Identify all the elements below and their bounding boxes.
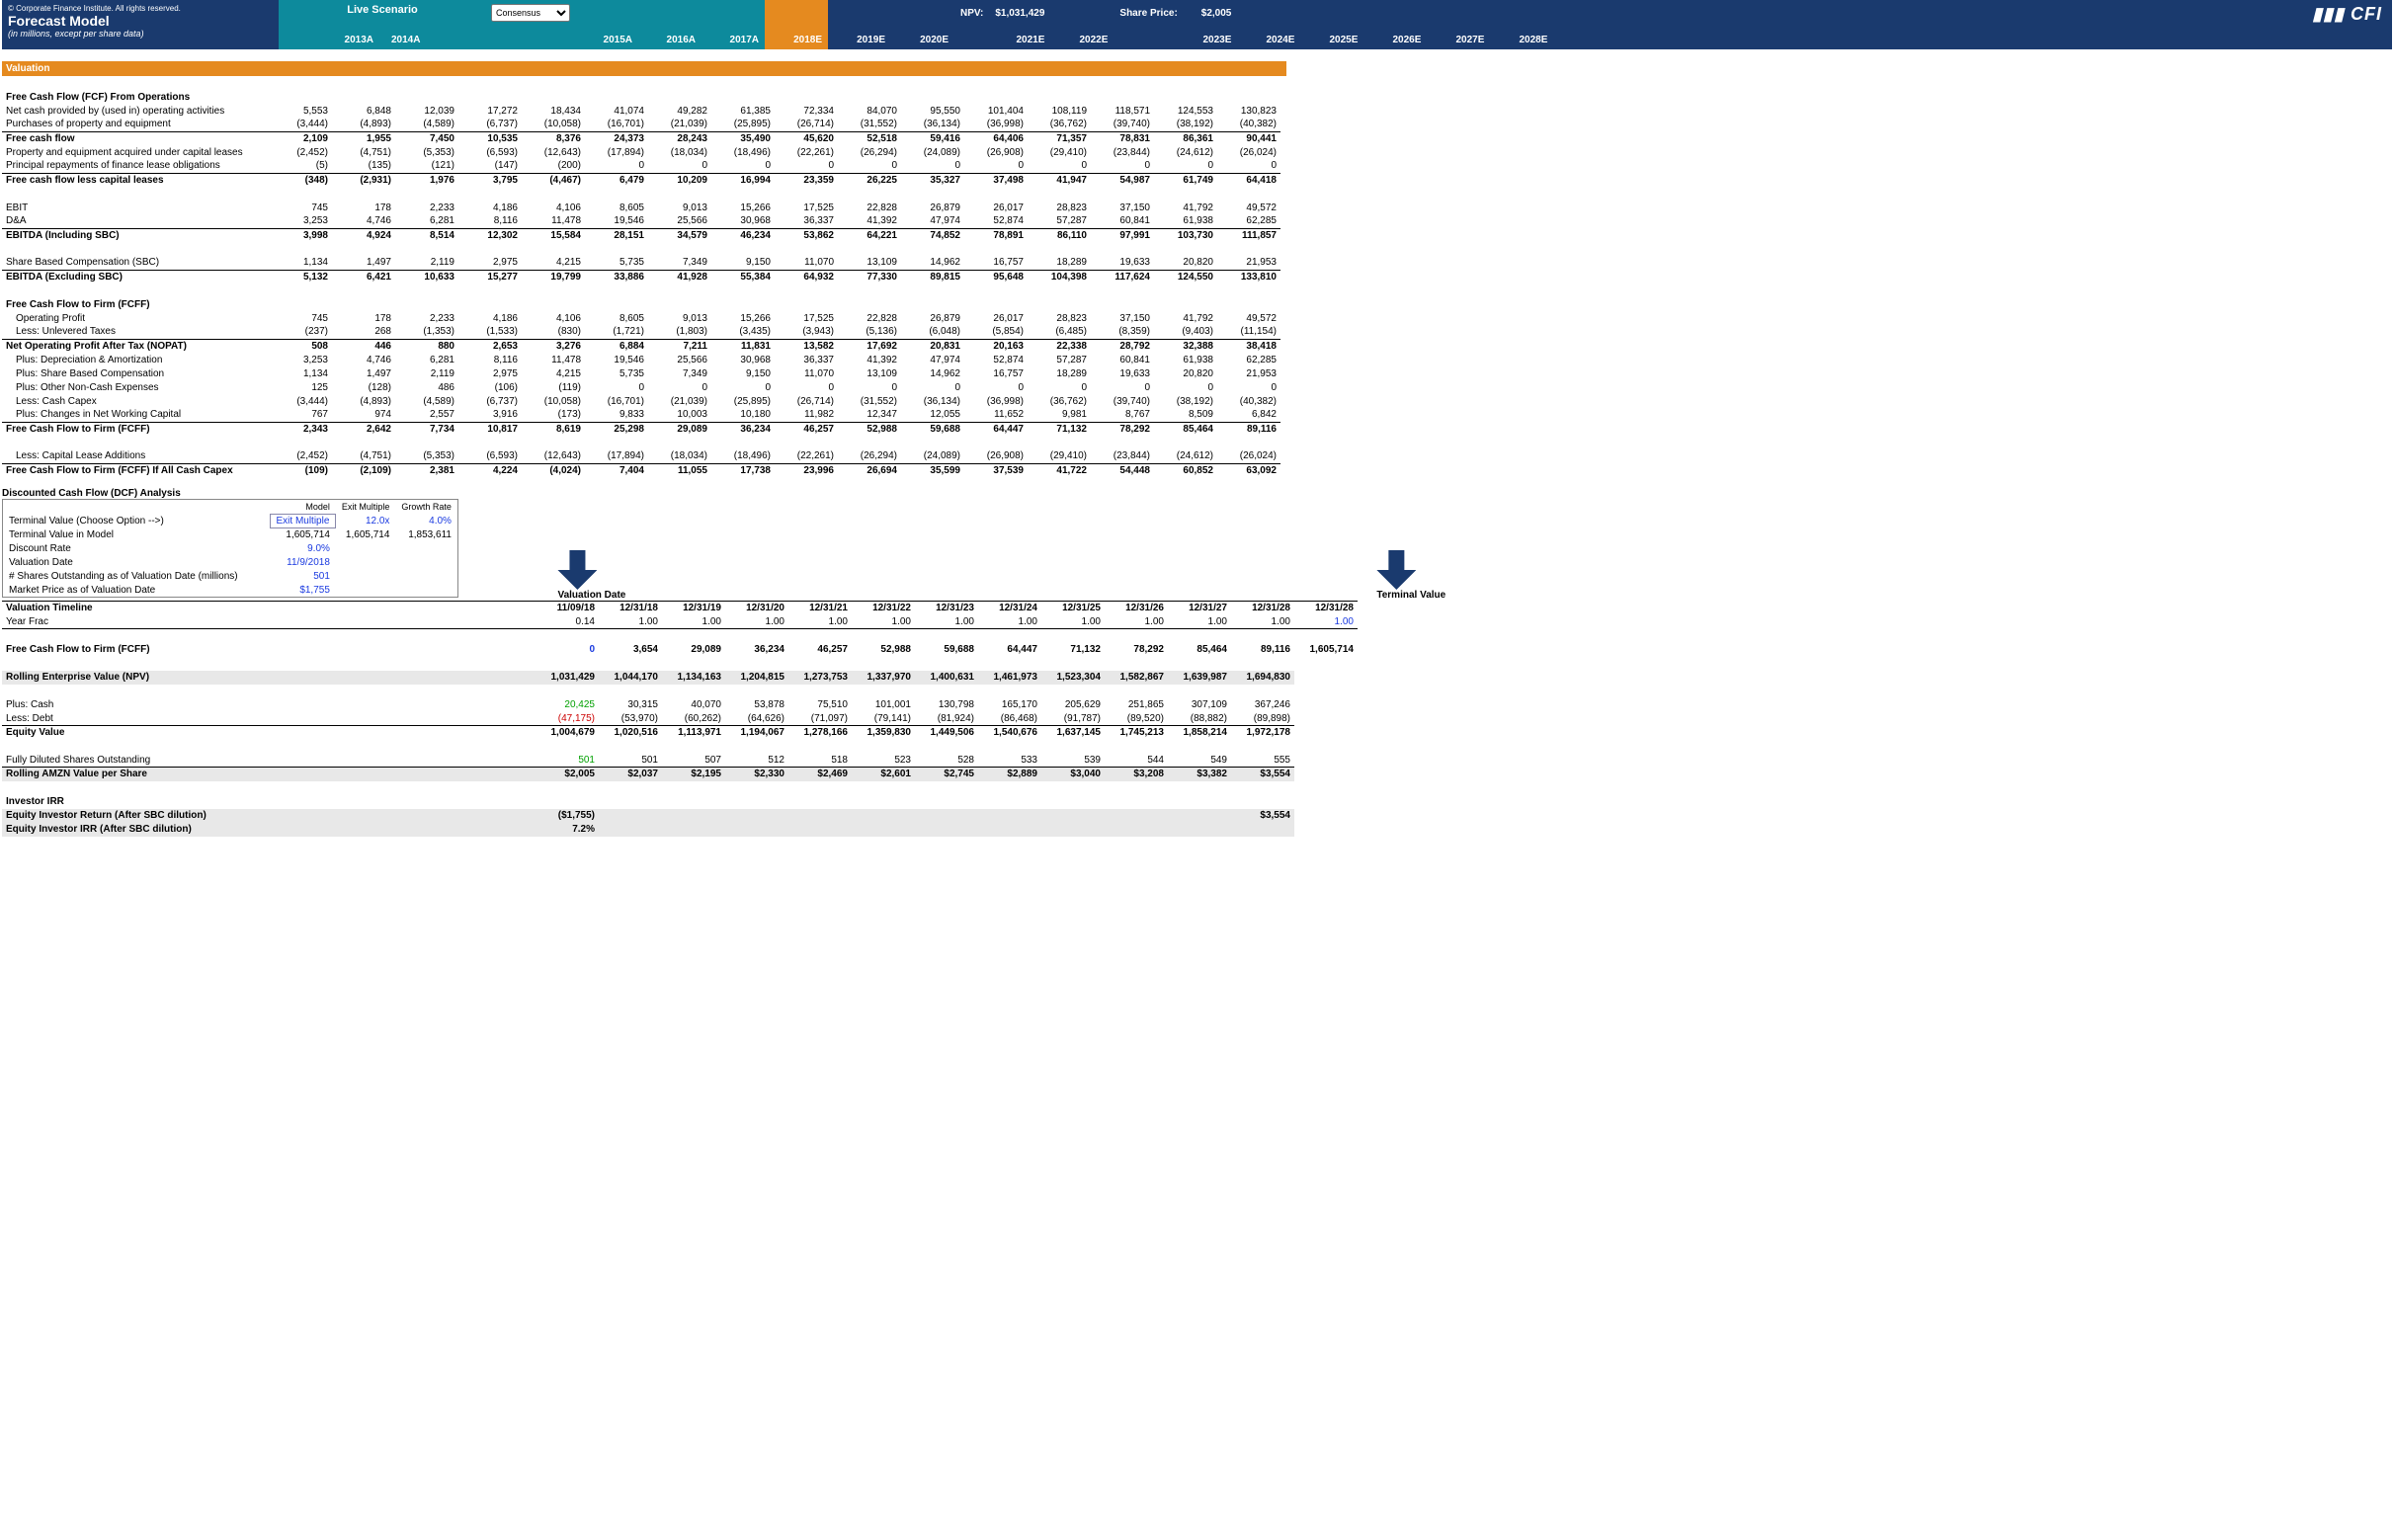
timeline-table: Valuation Timeline11/09/1812/31/1812/31/… (2, 601, 1358, 837)
year-2015: 2015A (575, 0, 638, 49)
valuation-banner: Valuation (2, 61, 1286, 76)
year-2019: 2019E (828, 0, 891, 49)
copyright-text: © Corporate Finance Institute. All right… (8, 4, 273, 13)
year-2025: 2025E (1300, 0, 1363, 49)
scenario-dropdown-cell: Consensus (486, 0, 575, 49)
scenario-dropdown[interactable]: Consensus (491, 4, 570, 22)
year-2021: NPV:$1,031,429 2021E (954, 0, 1050, 49)
arrow-down-icon (1376, 550, 1416, 590)
dcf-box: ModelExit MultipleGrowth Rate Terminal V… (2, 499, 458, 598)
model-subtitle: (in millions, except per share data) (8, 29, 273, 39)
year-2023: Share Price:$2,005 2023E (1114, 0, 1237, 49)
year-2016: 2016A (638, 0, 702, 49)
scenario-label: Live Scenario (347, 4, 418, 16)
year-2022: 2022E (1050, 0, 1114, 49)
year-2017: 2017A (702, 0, 765, 49)
model-title: Forecast Model (8, 13, 273, 29)
year-2026: 2026E (1363, 0, 1427, 49)
year-2024: 2024E (1237, 0, 1300, 49)
terminal-value-label: Terminal Value (1376, 590, 1445, 601)
valuation-date-label: Valuation Date (557, 590, 625, 601)
year-2027: 2027E (1427, 0, 1490, 49)
terminal-value-option[interactable]: Exit Multiple (270, 514, 336, 527)
year-2018: 2018E (765, 0, 828, 49)
header-left: © Corporate Finance Institute. All right… (2, 0, 279, 49)
app-header: © Corporate Finance Institute. All right… (2, 0, 2392, 49)
year-2028: 2028E (1490, 0, 1553, 49)
scenario-block: Live Scenario 2013A2014A (279, 0, 486, 49)
fcf-table: Free Cash Flow (FCF) From OperationsNet … (2, 76, 1280, 477)
arrow-down-icon (557, 550, 597, 590)
cfi-logo: ▮▮▮ CFI (2302, 0, 2392, 49)
year-2020: 2020E (891, 0, 954, 49)
dcf-heading: Discounted Cash Flow (DCF) Analysis (2, 488, 458, 499)
